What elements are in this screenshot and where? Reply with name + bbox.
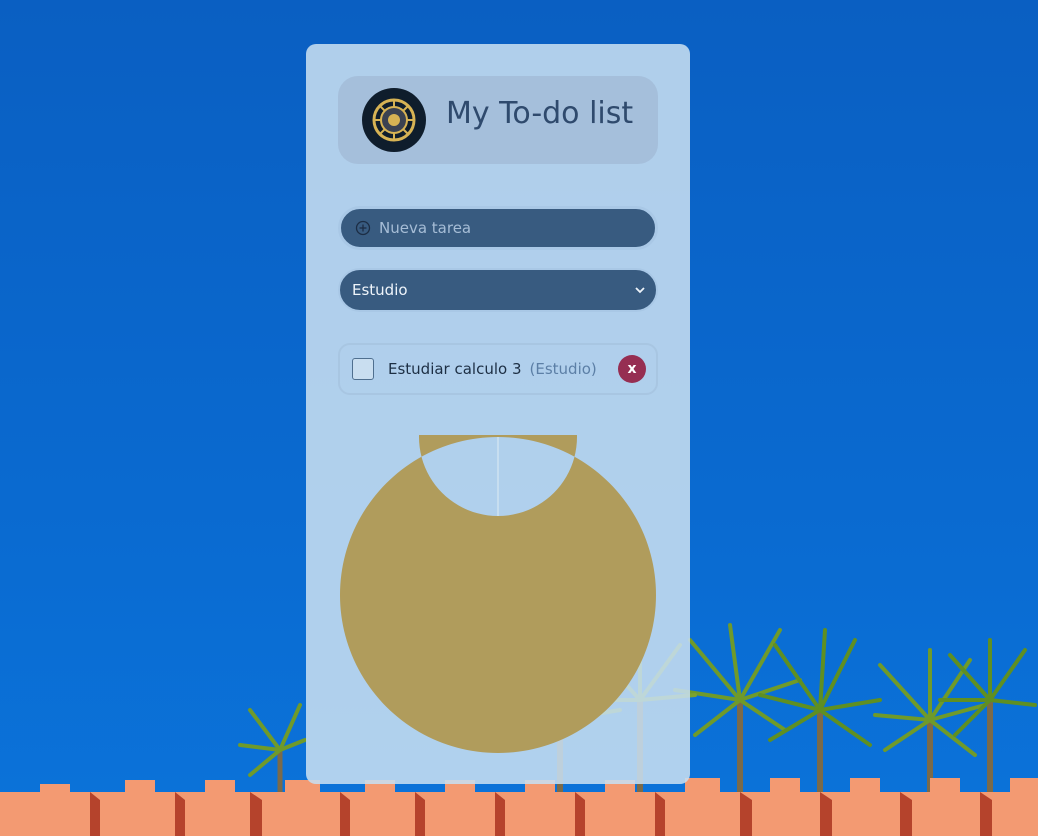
category-select[interactable]: Estudio — [338, 268, 658, 312]
zigzag-wall — [0, 778, 1038, 836]
golden-emblem-icon — [370, 96, 418, 144]
new-task-input[interactable] — [377, 218, 655, 238]
plus-circle-icon — [355, 220, 371, 236]
task-text: Estudiar calculo 3 — [388, 360, 522, 378]
app-title: My To-do list — [446, 95, 634, 131]
task-category: (Estudio) — [529, 360, 597, 378]
category-donut-chart — [340, 435, 656, 753]
app-header: My To-do list — [338, 76, 658, 164]
todo-card: My To-do list Estudio Estudiar calculo 3… — [306, 44, 690, 784]
avatar — [362, 88, 426, 152]
category-select-value: Estudio — [352, 281, 408, 299]
task-checkbox[interactable] — [352, 358, 374, 380]
task-item: Estudiar calculo 3 (Estudio) x — [338, 343, 658, 395]
new-task-field[interactable] — [338, 206, 658, 250]
delete-task-button[interactable]: x — [618, 355, 646, 383]
chevron-down-icon — [635, 287, 645, 294]
